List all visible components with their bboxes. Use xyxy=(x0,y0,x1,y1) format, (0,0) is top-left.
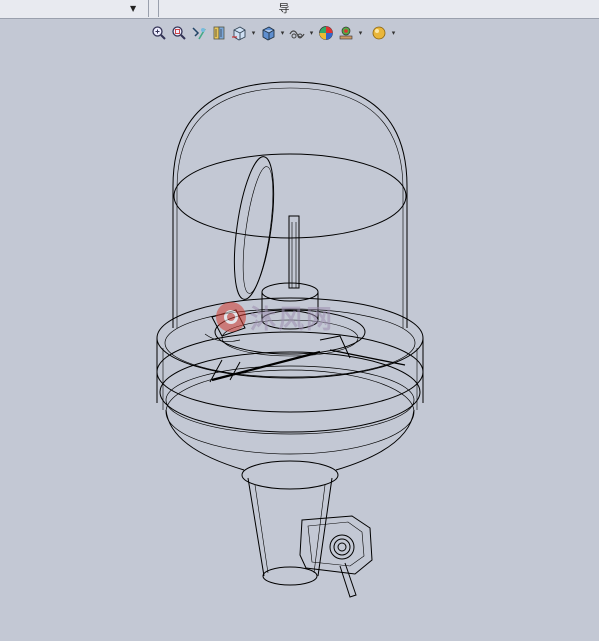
bulb-stem xyxy=(288,215,300,289)
dome-inner-rim xyxy=(173,153,407,239)
mufeng-logo-icon xyxy=(216,302,246,332)
display-style-icon[interactable] xyxy=(259,24,277,42)
zoom-to-fit-icon[interactable] xyxy=(150,24,168,42)
view-settings-dropdown[interactable]: ▾ xyxy=(390,24,397,42)
view-orientation-icon[interactable] xyxy=(230,24,248,42)
apply-scene-icon[interactable] xyxy=(337,24,355,42)
heads-up-view-toolbar: ▾ ▾ ▾ ▾ ▾ xyxy=(150,23,397,43)
base-ring-mid xyxy=(156,331,424,413)
mount-bracket xyxy=(299,515,373,575)
view-orientation-dropdown[interactable]: ▾ xyxy=(250,24,257,42)
top-bar-right-panel xyxy=(158,0,599,17)
top-bar-left-panel[interactable]: ▼ xyxy=(0,0,149,17)
view-toggle-icon[interactable]: 导 xyxy=(277,2,291,15)
apply-scene-dropdown[interactable]: ▾ xyxy=(357,24,364,42)
lamp-neck xyxy=(247,477,333,577)
view-settings-icon[interactable] xyxy=(370,24,388,42)
zoom-to-area-icon[interactable] xyxy=(170,24,188,42)
hide-show-items-icon[interactable] xyxy=(288,24,306,42)
top-bar: ▼ 导 xyxy=(0,0,599,19)
previous-view-icon[interactable] xyxy=(190,24,208,42)
display-style-dropdown[interactable]: ▾ xyxy=(279,24,286,42)
graphics-viewport[interactable] xyxy=(0,50,599,641)
watermark: 沐风网 xyxy=(216,300,335,335)
dome-shell xyxy=(172,81,408,328)
section-view-icon[interactable] xyxy=(210,24,228,42)
hide-show-items-dropdown[interactable]: ▾ xyxy=(308,24,315,42)
watermark-text: 沐风网 xyxy=(250,304,335,335)
edit-appearance-icon[interactable] xyxy=(317,24,335,42)
reflector-plate xyxy=(233,156,275,300)
chevron-down-icon[interactable]: ▼ xyxy=(130,4,136,13)
